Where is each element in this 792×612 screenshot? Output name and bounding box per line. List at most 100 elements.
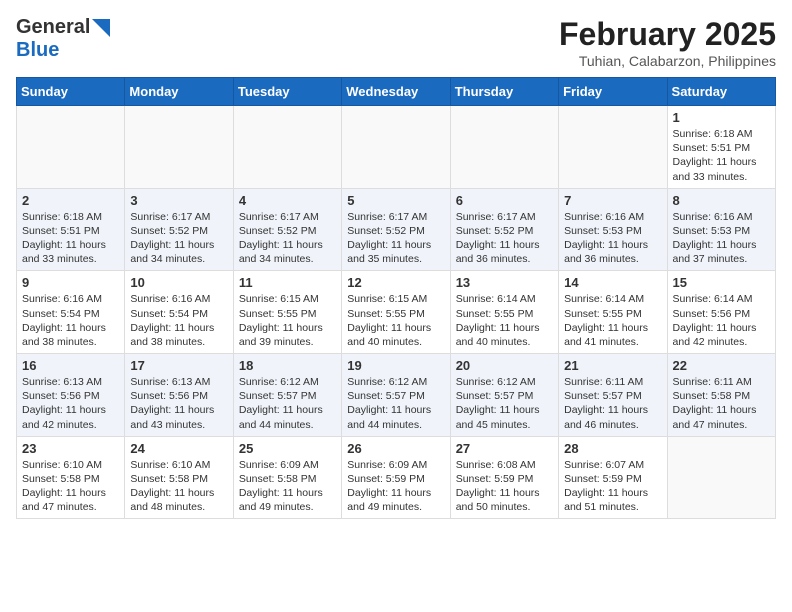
day-number: 6 <box>456 193 553 208</box>
logo-general-text: General <box>16 16 90 39</box>
calendar-week-row: 9 Sunrise: 6:16 AM Sunset: 5:54 PM Daylig… <box>17 271 776 354</box>
day-number: 16 <box>22 358 119 373</box>
day-info: Sunrise: 6:10 AM Sunset: 5:58 PM Dayligh… <box>130 458 227 515</box>
day-number: 28 <box>564 441 661 456</box>
table-row: 11Sunrise: 6:15 AM Sunset: 5:55 PM Dayli… <box>233 271 341 354</box>
day-number: 1 <box>673 110 770 125</box>
table-row: 24 Sunrise: 6:10 AM Sunset: 5:58 PM Dayli… <box>125 436 233 519</box>
table-row: 21 Sunrise: 6:11 AM Sunset: 5:57 PM Dayli… <box>559 354 667 437</box>
table-row: 7 Sunrise: 6:16 AM Sunset: 5:53 PM Daylig… <box>559 188 667 271</box>
day-info: Sunrise: 6:13 AM Sunset: 5:56 PM Dayligh… <box>130 375 227 432</box>
day-number: 23 <box>22 441 119 456</box>
day-number: 3 <box>130 193 227 208</box>
day-number: 19 <box>347 358 444 373</box>
table-row: 9 Sunrise: 6:16 AM Sunset: 5:54 PM Daylig… <box>17 271 125 354</box>
table-row: 28 Sunrise: 6:07 AM Sunset: 5:59 PM Dayli… <box>559 436 667 519</box>
col-tuesday: Tuesday <box>233 78 341 106</box>
table-row: 13Sunrise: 6:14 AM Sunset: 5:55 PM Dayli… <box>450 271 558 354</box>
table-row: 4 Sunrise: 6:17 AM Sunset: 5:52 PM Daylig… <box>233 188 341 271</box>
day-number: 7 <box>564 193 661 208</box>
day-info: Sunrise: 6:17 AM Sunset: 5:52 PM Dayligh… <box>130 210 227 267</box>
table-row <box>667 436 775 519</box>
col-wednesday: Wednesday <box>342 78 450 106</box>
table-row: 25 Sunrise: 6:09 AM Sunset: 5:58 PM Dayli… <box>233 436 341 519</box>
day-info: Sunrise: 6:18 AM Sunset: 5:51 PM Dayligh… <box>22 210 119 267</box>
table-row: 8 Sunrise: 6:16 AM Sunset: 5:53 PM Daylig… <box>667 188 775 271</box>
table-row: 16 Sunrise: 6:13 AM Sunset: 5:56 PM Dayli… <box>17 354 125 437</box>
day-info: Sunrise: 6:17 AM Sunset: 5:52 PM Dayligh… <box>239 210 336 267</box>
title-block: February 2025 Tuhian, Calabarzon, Philip… <box>559 16 776 69</box>
day-info: Sunrise: 6:10 AM Sunset: 5:58 PM Dayligh… <box>22 458 119 515</box>
day-number: 27 <box>456 441 553 456</box>
table-row <box>559 106 667 189</box>
day-number: 17 <box>130 358 227 373</box>
day-info: Sunrise: 6:11 AM Sunset: 5:58 PM Dayligh… <box>673 375 770 432</box>
day-number: 25 <box>239 441 336 456</box>
col-thursday: Thursday <box>450 78 558 106</box>
day-number: 2 <box>22 193 119 208</box>
day-info: Sunrise: 6:13 AM Sunset: 5:56 PM Dayligh… <box>22 375 119 432</box>
day-number: 13 <box>456 275 553 290</box>
day-number: 4 <box>239 193 336 208</box>
calendar-week-row: 1 Sunrise: 6:18 AM Sunset: 5:51 PM Daylig… <box>17 106 776 189</box>
day-info: Sunrise: 6:14 AM Sunset: 5:56 PM Dayligh… <box>673 292 770 349</box>
table-row: 27 Sunrise: 6:08 AM Sunset: 5:59 PM Dayli… <box>450 436 558 519</box>
logo-blue-text: Blue <box>16 39 59 61</box>
table-row: 23 Sunrise: 6:10 AM Sunset: 5:58 PM Dayli… <box>17 436 125 519</box>
day-info: Sunrise: 6:12 AM Sunset: 5:57 PM Dayligh… <box>456 375 553 432</box>
day-info: Sunrise: 6:07 AM Sunset: 5:59 PM Dayligh… <box>564 458 661 515</box>
day-number: 8 <box>673 193 770 208</box>
logo-chevron-icon <box>92 19 110 37</box>
day-number: 24 <box>130 441 227 456</box>
day-number: 5 <box>347 193 444 208</box>
col-monday: Monday <box>125 78 233 106</box>
table-row: 14 Sunrise: 6:14 AM Sunset: 5:55 PM Dayli… <box>559 271 667 354</box>
day-info: Sunrise: 6:08 AM Sunset: 5:59 PM Dayligh… <box>456 458 553 515</box>
location-subtitle: Tuhian, Calabarzon, Philippines <box>559 53 776 69</box>
day-number: 15 <box>673 275 770 290</box>
day-info: Sunrise: 6:16 AM Sunset: 5:53 PM Dayligh… <box>564 210 661 267</box>
calendar-header-row: Sunday Monday Tuesday Wednesday Thursday… <box>17 78 776 106</box>
table-row: 17 Sunrise: 6:13 AM Sunset: 5:56 PM Dayli… <box>125 354 233 437</box>
day-info: Sunrise: 6:16 AM Sunset: 5:54 PM Dayligh… <box>22 292 119 349</box>
table-row: 26 Sunrise: 6:09 AM Sunset: 5:59 PM Dayli… <box>342 436 450 519</box>
col-friday: Friday <box>559 78 667 106</box>
month-year-title: February 2025 <box>559 16 776 53</box>
day-number: 9 <box>22 275 119 290</box>
day-info: Sunrise: 6:16 AM Sunset: 5:53 PM Dayligh… <box>673 210 770 267</box>
calendar-week-row: 2 Sunrise: 6:18 AM Sunset: 5:51 PM Daylig… <box>17 188 776 271</box>
day-info: Sunrise: 6:15 AM Sunset: 5:55 PM Dayligh… <box>239 292 336 349</box>
day-info: Sunrise: 6:09 AM Sunset: 5:58 PM Dayligh… <box>239 458 336 515</box>
day-info: Sunrise: 6:18 AM Sunset: 5:51 PM Dayligh… <box>673 127 770 184</box>
table-row: 18Sunrise: 6:12 AM Sunset: 5:57 PM Dayli… <box>233 354 341 437</box>
calendar-table: Sunday Monday Tuesday Wednesday Thursday… <box>16 77 776 519</box>
day-number: 21 <box>564 358 661 373</box>
table-row <box>233 106 341 189</box>
logo: General Blue <box>16 16 110 62</box>
day-number: 14 <box>564 275 661 290</box>
table-row <box>342 106 450 189</box>
day-info: Sunrise: 6:09 AM Sunset: 5:59 PM Dayligh… <box>347 458 444 515</box>
day-number: 20 <box>456 358 553 373</box>
table-row <box>17 106 125 189</box>
col-sunday: Sunday <box>17 78 125 106</box>
day-number: 22 <box>673 358 770 373</box>
day-info: Sunrise: 6:16 AM Sunset: 5:54 PM Dayligh… <box>130 292 227 349</box>
day-info: Sunrise: 6:12 AM Sunset: 5:57 PM Dayligh… <box>239 375 336 432</box>
day-info: Sunrise: 6:14 AM Sunset: 5:55 PM Dayligh… <box>564 292 661 349</box>
day-number: 26 <box>347 441 444 456</box>
day-info: Sunrise: 6:17 AM Sunset: 5:52 PM Dayligh… <box>456 210 553 267</box>
day-info: Sunrise: 6:15 AM Sunset: 5:55 PM Dayligh… <box>347 292 444 349</box>
table-row: 22 Sunrise: 6:11 AM Sunset: 5:58 PM Dayli… <box>667 354 775 437</box>
day-number: 10 <box>130 275 227 290</box>
table-row: 1 Sunrise: 6:18 AM Sunset: 5:51 PM Daylig… <box>667 106 775 189</box>
table-row: 15 Sunrise: 6:14 AM Sunset: 5:56 PM Dayli… <box>667 271 775 354</box>
page-header: General Blue February 2025 Tuhian, Calab… <box>16 16 776 69</box>
calendar-week-row: 23 Sunrise: 6:10 AM Sunset: 5:58 PM Dayli… <box>17 436 776 519</box>
table-row <box>450 106 558 189</box>
table-row: 20 Sunrise: 6:12 AM Sunset: 5:57 PM Dayli… <box>450 354 558 437</box>
day-info: Sunrise: 6:11 AM Sunset: 5:57 PM Dayligh… <box>564 375 661 432</box>
day-info: Sunrise: 6:17 AM Sunset: 5:52 PM Dayligh… <box>347 210 444 267</box>
table-row: 10 Sunrise: 6:16 AM Sunset: 5:54 PM Dayli… <box>125 271 233 354</box>
table-row: 5 Sunrise: 6:17 AM Sunset: 5:52 PM Daylig… <box>342 188 450 271</box>
